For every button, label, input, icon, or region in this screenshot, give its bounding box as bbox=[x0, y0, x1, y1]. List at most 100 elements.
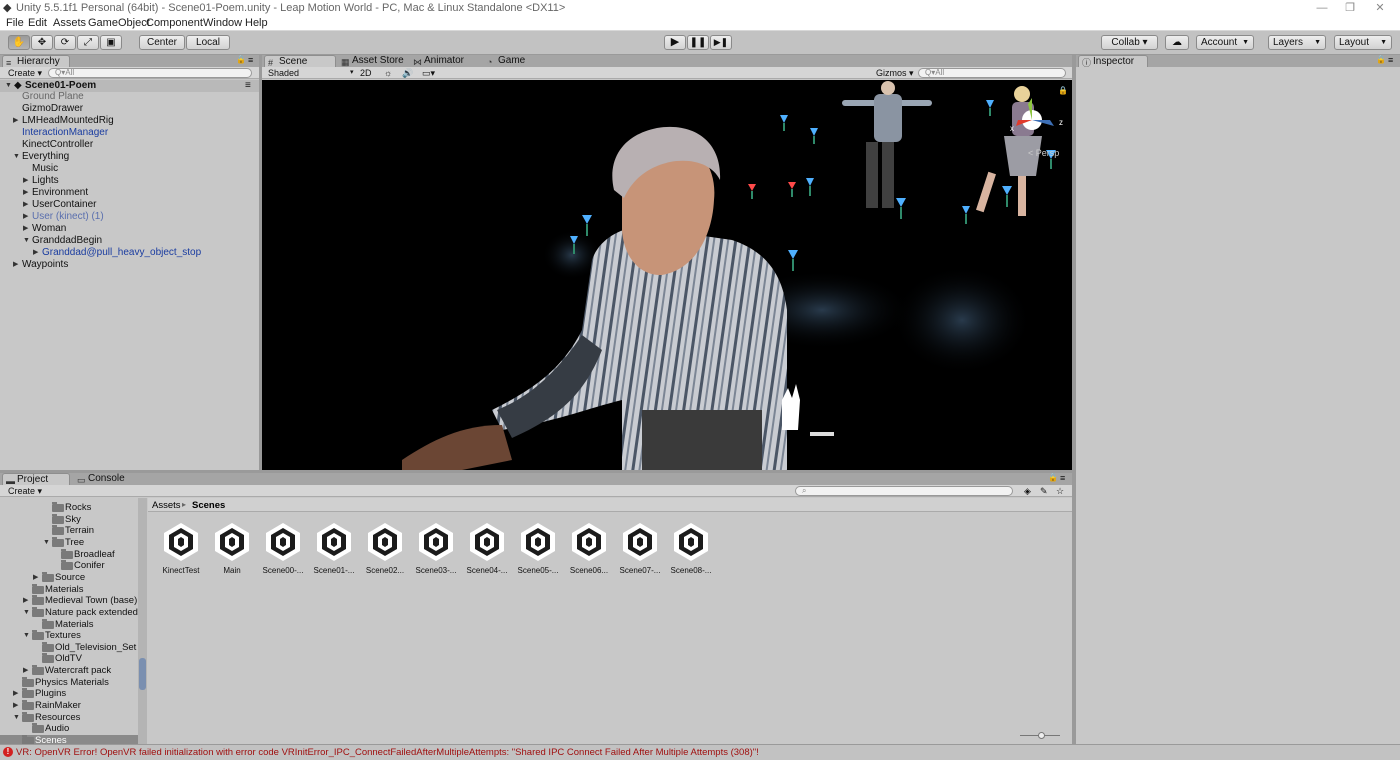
scene-asset[interactable]: Scene03-... bbox=[411, 520, 461, 575]
scene-asset[interactable]: KinectTest bbox=[156, 520, 206, 575]
create-dropdown[interactable]: Create ▾ bbox=[8, 68, 42, 78]
maximize-button[interactable]: ❐ bbox=[1336, 0, 1364, 16]
cloud-icon[interactable]: ☁ bbox=[1165, 35, 1189, 50]
pause-button[interactable]: ❚❚ bbox=[687, 35, 709, 50]
chevron-right-icon[interactable]: ▶ bbox=[23, 211, 28, 223]
hierarchy-item[interactable]: ▼ GranddadBegin bbox=[0, 235, 259, 247]
chevron-right-icon[interactable]: ▶ bbox=[23, 175, 28, 187]
folder-item[interactable]: ▼ Resources bbox=[0, 711, 138, 724]
play-button[interactable]: ▶ bbox=[664, 35, 686, 50]
chevron-down-icon[interactable]: ▼ bbox=[23, 607, 30, 619]
scene-search-input[interactable]: Q▾All bbox=[918, 68, 1066, 78]
folder-item[interactable]: Audio bbox=[0, 723, 138, 735]
pivot-local-button[interactable]: Local bbox=[186, 35, 230, 50]
lock-icon[interactable]: 🔒 bbox=[1048, 473, 1058, 483]
folder-item[interactable]: Materials bbox=[0, 583, 138, 596]
breadcrumb-assets[interactable]: Assets bbox=[152, 500, 181, 511]
folder-item[interactable]: Materials bbox=[0, 618, 138, 631]
folder-item[interactable]: Broadleaf bbox=[0, 548, 138, 561]
hierarchy-item[interactable]: ▶ Lights bbox=[0, 175, 259, 187]
tab-asset-store[interactable]: ▦ Asset Store bbox=[338, 55, 408, 67]
folder-item[interactable]: Terrain bbox=[0, 525, 138, 537]
tab-inspector[interactable]: ⓘ Inspector bbox=[1078, 55, 1148, 68]
step-button[interactable]: ▶❚ bbox=[710, 35, 732, 50]
chevron-right-icon[interactable]: ▶ bbox=[33, 247, 38, 259]
hierarchy-item[interactable]: ▶ Granddad@pull_heavy_object_stop bbox=[0, 247, 259, 259]
hand-tool-icon[interactable]: ✋ bbox=[8, 35, 30, 50]
scene-asset[interactable]: Scene00-... bbox=[258, 520, 308, 575]
minimize-button[interactable]: — bbox=[1308, 0, 1336, 16]
folder-item[interactable]: ▼ Nature pack extended bbox=[0, 606, 138, 619]
move-tool-icon[interactable]: ✥ bbox=[31, 35, 53, 50]
filter-label-icon[interactable]: ✎ bbox=[1040, 486, 1048, 496]
layers-dropdown[interactable]: Layers ▼ bbox=[1268, 35, 1326, 50]
chevron-down-icon[interactable]: ▼ bbox=[13, 151, 20, 163]
menu-window[interactable]: Window bbox=[203, 17, 242, 29]
menu-help[interactable]: Help bbox=[245, 17, 268, 29]
hierarchy-item[interactable]: KinectController bbox=[0, 139, 259, 151]
favorite-star-icon[interactable]: ☆ bbox=[1056, 486, 1064, 496]
chevron-right-icon[interactable]: ▶ bbox=[13, 688, 18, 700]
gizmos-dropdown[interactable]: Gizmos ▾ bbox=[876, 68, 914, 78]
hierarchy-item[interactable]: ▼ Everything bbox=[0, 151, 259, 163]
hierarchy-item[interactable]: Music bbox=[0, 163, 259, 175]
chevron-right-icon[interactable]: ▶ bbox=[13, 700, 18, 712]
folder-item[interactable]: Conifer bbox=[0, 560, 138, 572]
chevron-right-icon[interactable]: ▶ bbox=[23, 665, 28, 677]
scene-asset[interactable]: Scene01-... bbox=[309, 520, 359, 575]
toggle-2d-button[interactable]: 2D bbox=[360, 68, 372, 78]
breadcrumb-scenes[interactable]: Scenes bbox=[192, 500, 225, 511]
chevron-right-icon[interactable]: ▶ bbox=[13, 259, 18, 271]
lock-icon[interactable]: 🔒 bbox=[1376, 55, 1386, 65]
folder-item[interactable]: ▶ Medieval Town (base) bbox=[0, 595, 138, 607]
lock-icon[interactable]: 🔒 bbox=[1058, 86, 1068, 95]
menu-gameobject[interactable]: GameObject bbox=[88, 17, 150, 29]
tab-animator[interactable]: ⋈ Animator bbox=[410, 55, 482, 67]
account-dropdown[interactable]: Account ▼ bbox=[1196, 35, 1254, 50]
chevron-down-icon[interactable]: ▼ bbox=[43, 537, 50, 549]
folder-item[interactable]: OldTV bbox=[0, 653, 138, 665]
folder-item[interactable]: ▶ Watercraft pack bbox=[0, 665, 138, 677]
folder-item[interactable]: Scenes bbox=[0, 735, 138, 744]
tab-game[interactable]: ◔ Game bbox=[484, 55, 544, 67]
lock-icon[interactable]: 🔒 bbox=[236, 55, 246, 65]
folder-item[interactable]: ▼ Tree bbox=[0, 536, 138, 549]
tab-scene[interactable]: # Scene bbox=[264, 55, 336, 68]
folder-item[interactable]: ▶ Plugins bbox=[0, 688, 138, 700]
scene-asset[interactable]: Scene06... bbox=[564, 520, 614, 575]
folder-item[interactable]: ▶ Source bbox=[0, 571, 138, 584]
tab-console[interactable]: ▭ Console bbox=[74, 473, 134, 485]
shading-dropdown[interactable]: Shaded ▾ bbox=[268, 68, 354, 78]
folder-item[interactable]: Old_Television_Set bbox=[0, 641, 138, 654]
hierarchy-search-input[interactable]: Q▾All bbox=[48, 68, 252, 78]
chevron-right-icon[interactable]: ▶ bbox=[23, 223, 28, 235]
hierarchy-item[interactable]: ▶ LMHeadMountedRig bbox=[0, 115, 259, 127]
close-button[interactable]: ✕ bbox=[1366, 0, 1394, 16]
rect-tool-icon[interactable]: ▣ bbox=[100, 35, 122, 50]
scale-tool-icon[interactable]: ⤢ bbox=[77, 35, 99, 50]
chevron-down-icon[interactable]: ▼ bbox=[23, 630, 30, 642]
chevron-down-icon[interactable]: ▼ bbox=[23, 235, 30, 247]
scene-asset[interactable]: Scene08-... bbox=[666, 520, 716, 575]
folder-item[interactable]: ▼ Textures bbox=[0, 630, 138, 642]
folder-item[interactable]: Sky bbox=[0, 513, 138, 526]
panel-menu-icon[interactable]: ≡ bbox=[1060, 473, 1065, 483]
chevron-right-icon[interactable]: ▶ bbox=[23, 595, 28, 607]
status-message[interactable]: VR: OpenVR Error! OpenVR failed initiali… bbox=[16, 747, 759, 758]
folder-item[interactable]: Rocks bbox=[0, 502, 138, 514]
scene-asset[interactable]: Main bbox=[207, 520, 257, 575]
pivot-center-button[interactable]: Center bbox=[139, 35, 185, 50]
hierarchy-item[interactable]: GizmoDrawer bbox=[0, 103, 259, 115]
hierarchy-item[interactable]: ▶ UserContainer bbox=[0, 199, 259, 211]
hierarchy-item[interactable]: InteractionManager bbox=[0, 127, 259, 139]
hierarchy-item[interactable]: ▶ Woman bbox=[0, 223, 259, 235]
chevron-right-icon[interactable]: ▶ bbox=[23, 199, 28, 211]
hierarchy-item[interactable]: ▶ User (kinect) (1) bbox=[0, 211, 259, 223]
tab-hierarchy[interactable]: ≡ Hierarchy bbox=[2, 55, 70, 68]
lighting-toggle-icon[interactable]: ☼ bbox=[384, 68, 392, 78]
menu-assets[interactable]: Assets bbox=[53, 17, 86, 29]
hierarchy-item[interactable]: ▶ Environment bbox=[0, 187, 259, 199]
hierarchy-item[interactable]: Ground Plane bbox=[0, 91, 259, 103]
project-search-input[interactable]: ⌕ bbox=[795, 486, 1013, 496]
scene-asset[interactable]: Scene02... bbox=[360, 520, 410, 575]
